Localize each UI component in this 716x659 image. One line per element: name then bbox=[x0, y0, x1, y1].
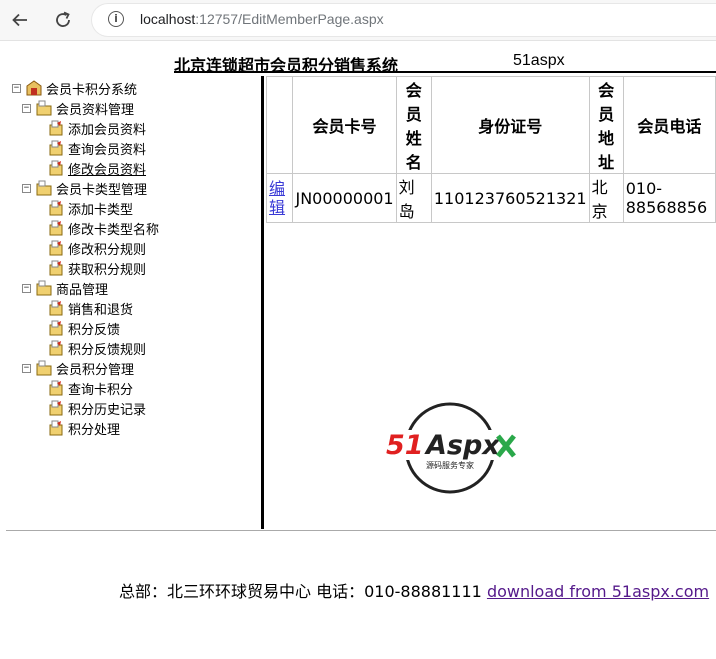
page-icon bbox=[48, 420, 64, 436]
tree-group-member-info[interactable]: − 会员资料管理 bbox=[22, 98, 134, 118]
collapse-toggle-icon[interactable]: − bbox=[22, 363, 31, 373]
grid-cell-address: 北京 bbox=[588, 173, 624, 223]
tree-item-label[interactable]: 修改卡类型名称 bbox=[68, 219, 159, 238]
grid-header-edit bbox=[265, 76, 294, 174]
page-subtitle: 51aspx bbox=[513, 52, 565, 69]
address-bar[interactable]: i localhost:12757/EditMemberPage.aspx bbox=[92, 4, 716, 36]
tree-group-card-type[interactable]: − 会员卡类型管理 bbox=[22, 178, 147, 198]
svg-text:51: 51 bbox=[386, 430, 424, 461]
svg-text:Aspx: Aspx bbox=[424, 430, 501, 461]
grid-header-id-no: 身份证号 bbox=[430, 76, 590, 174]
tree-item-label[interactable]: 查询卡积分 bbox=[68, 379, 133, 398]
grid-header-address: 会员 地址 bbox=[588, 76, 624, 174]
back-button[interactable] bbox=[8, 8, 32, 32]
tree-item-edit-points-rule[interactable]: 修改积分规则 bbox=[48, 238, 146, 258]
reload-button[interactable] bbox=[51, 8, 75, 32]
tree-root[interactable]: − 会员卡积分系统 bbox=[12, 78, 137, 98]
tree-item-label[interactable]: 添加卡类型 bbox=[68, 199, 133, 218]
url-host: localhost bbox=[140, 11, 196, 27]
root-folder-icon bbox=[26, 80, 42, 96]
footer: 总部：北三环环球贸易中心 电话：010-88881111 download fr… bbox=[119, 578, 709, 602]
page-icon bbox=[48, 380, 64, 396]
tree-item-feedback-rule[interactable]: 积分反馈规则 bbox=[48, 338, 146, 358]
footer-divider bbox=[6, 530, 716, 531]
header-divider bbox=[174, 71, 716, 73]
tree-item-points-feedback[interactable]: 积分反馈 bbox=[48, 318, 120, 338]
site-info-icon[interactable]: i bbox=[108, 11, 124, 27]
browser-toolbar: i localhost:12757/EditMemberPage.aspx bbox=[0, 0, 716, 41]
tree-item-points-history[interactable]: 积分历史记录 bbox=[48, 398, 146, 418]
tree-item-label[interactable]: 修改积分规则 bbox=[68, 239, 146, 258]
footer-contact-text: 总部：北三环环球贸易中心 电话：010-88881111 bbox=[119, 582, 482, 601]
download-link[interactable]: download from 51aspx.com bbox=[487, 582, 709, 601]
tree-item-label[interactable]: 获取积分规则 bbox=[68, 259, 146, 278]
member-grid: 会员卡号 会员 姓名 身份证号 会员 地址 会员电话 编辑 JN00000001 刘… bbox=[265, 76, 716, 223]
tree-item-get-points-rule[interactable]: 获取积分规则 bbox=[48, 258, 146, 278]
page-icon bbox=[48, 220, 64, 236]
grid-cell-edit: 编辑 bbox=[265, 173, 294, 223]
tree-group-label[interactable]: 会员资料管理 bbox=[56, 99, 134, 118]
svg-text:源码服务专家: 源码服务专家 bbox=[426, 460, 474, 470]
tree-item-label[interactable]: 积分反馈规则 bbox=[68, 339, 146, 358]
tree-root-label[interactable]: 会员卡积分系统 bbox=[46, 79, 137, 98]
tree-item-label[interactable]: 查询会员资料 bbox=[68, 139, 146, 158]
table-row: 编辑 JN00000001 刘岛 110123760521321 北京 010-… bbox=[265, 173, 716, 223]
back-arrow-icon bbox=[12, 13, 27, 27]
grid-header-card-no: 会员卡号 bbox=[292, 76, 397, 174]
tree-item-edit-member[interactable]: 修改会员资料 bbox=[48, 158, 146, 178]
grid-header-phone: 会员电话 bbox=[622, 76, 716, 174]
tree-item-add-card-type[interactable]: 添加卡类型 bbox=[48, 198, 133, 218]
page-icon bbox=[48, 140, 64, 156]
vertical-divider bbox=[261, 76, 264, 529]
tree-item-points-processing[interactable]: 积分处理 bbox=[48, 418, 120, 438]
url-path: :12757/EditMemberPage.aspx bbox=[195, 11, 384, 27]
folder-icon bbox=[36, 180, 52, 196]
folder-icon bbox=[36, 100, 52, 116]
tree-group-label[interactable]: 会员积分管理 bbox=[56, 359, 134, 378]
page-icon bbox=[48, 120, 64, 136]
grid-header-name: 会员 姓名 bbox=[395, 76, 432, 174]
grid-cell-phone: 010-88568856 bbox=[622, 173, 716, 223]
collapse-toggle-icon[interactable]: − bbox=[12, 83, 21, 93]
tree-item-label[interactable]: 销售和退货 bbox=[68, 299, 133, 318]
page-icon bbox=[48, 300, 64, 316]
grid-cell-card-no: JN00000001 bbox=[292, 173, 397, 223]
folder-icon bbox=[36, 360, 52, 376]
site-logo: 51 Aspx 源码服务专家 bbox=[380, 402, 520, 494]
tree-item-rename-card-type[interactable]: 修改卡类型名称 bbox=[48, 218, 159, 238]
page-icon bbox=[48, 320, 64, 336]
tree-item-label[interactable]: 积分处理 bbox=[68, 419, 120, 438]
folder-icon bbox=[36, 280, 52, 296]
grid-cell-id-no: 110123760521321 bbox=[430, 173, 590, 223]
tree-item-label[interactable]: 积分反馈 bbox=[68, 319, 120, 338]
page-icon bbox=[48, 200, 64, 216]
edit-link[interactable]: 编辑 bbox=[269, 179, 290, 217]
tree-group-member-points[interactable]: − 会员积分管理 bbox=[22, 358, 134, 378]
url-text[interactable]: localhost:12757/EditMemberPage.aspx bbox=[140, 11, 384, 27]
tree-group-products[interactable]: − 商品管理 bbox=[22, 278, 108, 298]
grid-cell-name: 刘岛 bbox=[395, 173, 432, 223]
page-icon bbox=[48, 240, 64, 256]
reload-icon bbox=[56, 11, 70, 27]
tree-item-label[interactable]: 积分历史记录 bbox=[68, 399, 146, 418]
tree-item-label[interactable]: 修改会员资料 bbox=[68, 159, 146, 178]
edit-link-text: 编辑 bbox=[269, 179, 286, 217]
collapse-toggle-icon[interactable]: − bbox=[22, 283, 31, 293]
tree-item-add-member[interactable]: 添加会员资料 bbox=[48, 118, 146, 138]
tree-group-label[interactable]: 商品管理 bbox=[56, 279, 108, 298]
collapse-toggle-icon[interactable]: − bbox=[22, 103, 31, 113]
page-icon bbox=[48, 160, 64, 176]
tree-item-query-points[interactable]: 查询卡积分 bbox=[48, 378, 133, 398]
tree-item-sales-returns[interactable]: 销售和退货 bbox=[48, 298, 133, 318]
grid-header-row: 会员卡号 会员 姓名 身份证号 会员 地址 会员电话 bbox=[265, 76, 716, 174]
tree-group-label[interactable]: 会员卡类型管理 bbox=[56, 179, 147, 198]
tree-item-query-member[interactable]: 查询会员资料 bbox=[48, 138, 146, 158]
collapse-toggle-icon[interactable]: − bbox=[22, 183, 31, 193]
page-icon bbox=[48, 400, 64, 416]
tree-item-label[interactable]: 添加会员资料 bbox=[68, 119, 146, 138]
page-icon bbox=[48, 260, 64, 276]
page-icon bbox=[48, 340, 64, 356]
